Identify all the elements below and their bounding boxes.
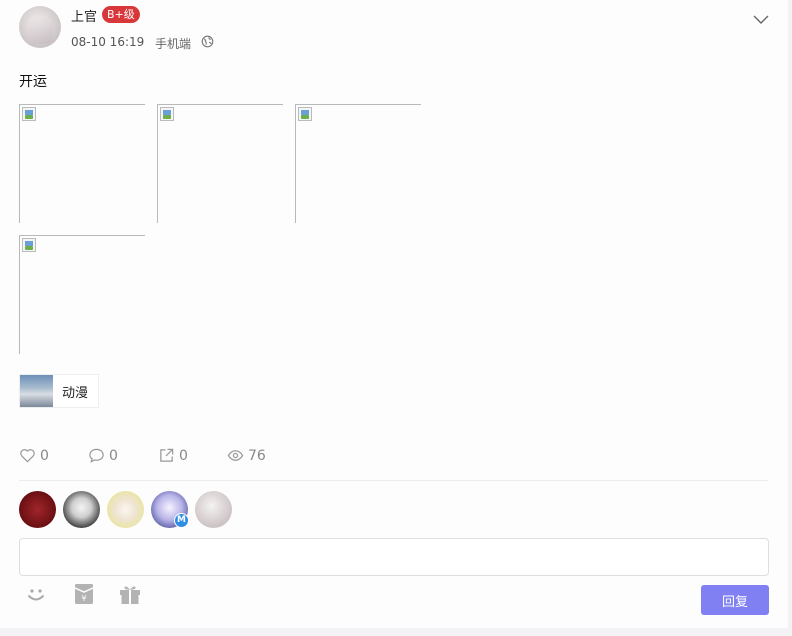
level-badge: B+级 [102, 6, 140, 23]
comment-button[interactable]: 0 [88, 447, 118, 464]
author-name[interactable]: 上官 [71, 6, 97, 25]
broken-image-icon [22, 107, 36, 121]
share-icon [160, 448, 174, 462]
post-content: 开运 [19, 74, 47, 90]
comment-count: 0 [109, 447, 118, 464]
post-image[interactable] [295, 104, 421, 223]
like-count: 0 [40, 447, 49, 464]
tag-thumbnail [20, 375, 53, 407]
like-button[interactable]: 0 [19, 447, 49, 464]
tag-label: 动漫 [62, 385, 89, 401]
emoji-icon[interactable] [24, 582, 48, 606]
visitor-avatar[interactable] [195, 491, 232, 528]
post-image[interactable] [19, 235, 145, 354]
post-source: 手机端 [155, 37, 192, 51]
broken-image-icon [160, 107, 174, 121]
topic-tag[interactable]: 动漫 [19, 374, 100, 408]
share-button[interactable]: 0 [158, 447, 188, 464]
broken-image-icon [298, 107, 312, 121]
reply-input[interactable] [19, 538, 769, 576]
post-timestamp: 08-10 16:19 [71, 35, 145, 49]
view-count-stat: 76 [227, 447, 266, 464]
visitor-avatar[interactable] [19, 491, 56, 528]
chevron-down-icon[interactable] [752, 12, 770, 26]
member-badge: M [174, 513, 189, 528]
gift-icon[interactable] [118, 582, 142, 606]
share-count: 0 [179, 447, 188, 464]
view-count: 76 [248, 447, 266, 464]
post-stats: 0 0 0 76 [0, 447, 788, 467]
author-avatar[interactable] [19, 6, 61, 48]
divider [19, 480, 768, 481]
post-image[interactable] [19, 104, 145, 223]
post-card: 上官 B+级 08-10 16:19 手机端 开运 动漫 0 0 0 76 M … [0, 0, 788, 628]
svg-text:¥: ¥ [81, 594, 86, 603]
red-envelope-icon[interactable]: ¥ [72, 582, 96, 606]
reply-button[interactable]: 回复 [701, 585, 769, 615]
eye-icon [227, 450, 244, 461]
visitor-avatar[interactable] [63, 491, 100, 528]
broken-image-icon [22, 238, 36, 252]
visitor-avatar[interactable] [107, 491, 144, 528]
globe-icon [201, 35, 214, 48]
post-image[interactable] [157, 104, 283, 223]
heart-icon [20, 449, 35, 463]
comment-icon [89, 448, 104, 463]
